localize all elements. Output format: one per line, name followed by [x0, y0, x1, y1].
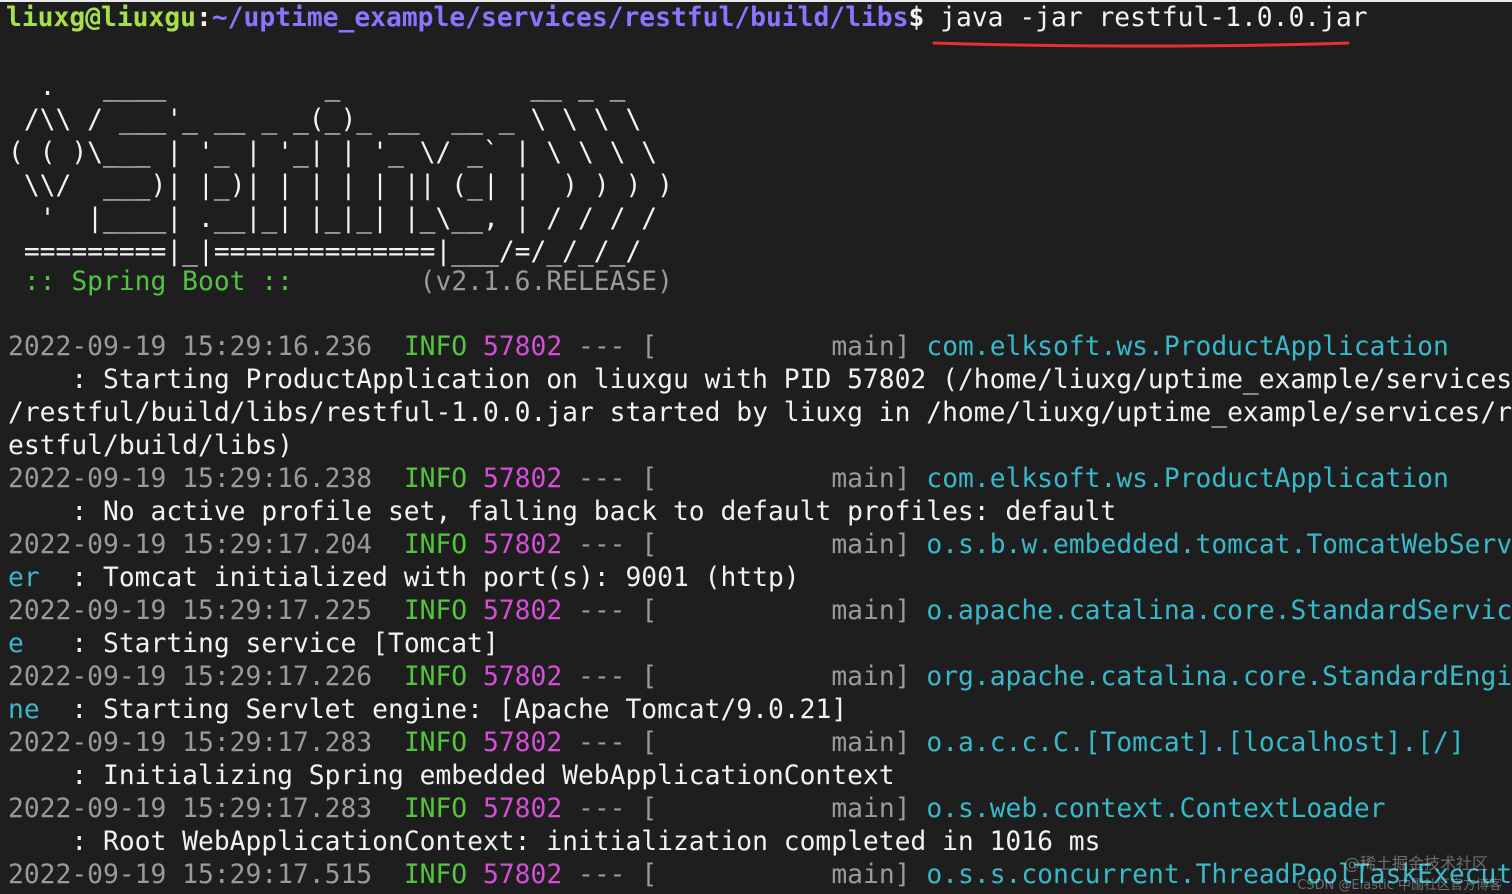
log-pid: 57802	[483, 464, 563, 494]
log-pid: 57802	[483, 596, 563, 626]
banner-row: . ____ _ __ _ _	[8, 72, 626, 102]
log-entry-header: 2022-09-19 15:29:17.226 INFO 57802 --- […	[8, 661, 1512, 694]
log-level: INFO	[403, 332, 468, 362]
log-entry-header: 2022-09-19 15:29:17.283 INFO 57802 --- […	[8, 727, 1465, 760]
log-message-line: e : Starting service [Tomcat]	[8, 628, 499, 661]
log-message: : Starting Servlet engine: [Apache Tomca…	[39, 695, 848, 725]
log-thread: [ main]	[641, 332, 911, 362]
watermark-juejin: @稀土掘金技术社区	[1343, 854, 1488, 873]
log-separator: ---	[578, 794, 626, 824]
log-pid: 57802	[483, 530, 563, 560]
watermark-csdn: CSDN @Elastic 中国社区官方博客	[1297, 878, 1502, 893]
log-timestamp: 2022-09-19 15:29:16.238	[8, 464, 373, 494]
log-thread: [ main]	[641, 530, 911, 560]
shell-prompt-line: liuxg@liuxgu:~/uptime_example/services/r…	[6, 2, 1368, 35]
log-level: INFO	[403, 662, 468, 692]
log-logger: com.elksoft.ws.ProductApplication	[926, 464, 1449, 494]
log-message-line: : Root WebApplicationContext: initializa…	[8, 826, 1100, 859]
log-message-continuation: /restful/build/libs/restful-1.0.0.jar st…	[8, 398, 1512, 428]
log-pid: 57802	[483, 794, 563, 824]
log-thread: [ main]	[641, 794, 911, 824]
log-thread: [ main]	[641, 860, 911, 890]
log-logger: o.apache.catalina.core.StandardServic	[926, 596, 1512, 626]
banner-row: ( ( )\___ | '_ | '_| | '_ \/ _` | \ \ \ …	[8, 138, 658, 168]
log-level: INFO	[403, 794, 468, 824]
command-underline-annotation	[932, 41, 1350, 48]
log-logger: o.s.web.context.ContextLoader	[926, 794, 1386, 824]
log-logger-wrap: e	[8, 629, 24, 659]
banner-row: \\/ ___)| |_)| | | | | || (_| | ) ) ) )	[8, 171, 673, 201]
log-timestamp: 2022-09-19 15:29:17.226	[8, 662, 373, 692]
log-message: : Tomcat initialized with port(s): 9001 …	[39, 563, 800, 593]
log-message: : Initializing Spring embedded WebApplic…	[8, 761, 895, 791]
log-message-continuation: estful/build/libs)	[8, 431, 293, 461]
log-message: : Starting service [Tomcat]	[23, 629, 499, 659]
log-level: INFO	[403, 530, 468, 560]
log-message-line: : Starting ProductApplication on liuxgu …	[8, 364, 1512, 397]
log-timestamp: 2022-09-19 15:29:17.515	[8, 860, 373, 890]
log-separator: ---	[578, 530, 626, 560]
log-pid: 57802	[483, 728, 563, 758]
log-timestamp: 2022-09-19 15:29:17.204	[8, 530, 373, 560]
log-separator: ---	[578, 860, 626, 890]
log-timestamp: 2022-09-19 15:29:17.283	[8, 794, 373, 824]
log-logger: o.s.b.w.embedded.tomcat.TomcatWebServ	[926, 530, 1512, 560]
log-logger-wrap: ne	[8, 695, 40, 725]
log-timestamp: 2022-09-19 15:29:16.236	[8, 332, 373, 362]
log-entry-header: 2022-09-19 15:29:16.238 INFO 57802 --- […	[8, 463, 1449, 496]
log-level: INFO	[403, 860, 468, 890]
log-pid: 57802	[483, 332, 563, 362]
spring-boot-version-line: :: Spring Boot :: (v2.1.6.RELEASE)	[8, 266, 673, 299]
log-thread: [ main]	[641, 728, 911, 758]
log-level: INFO	[403, 596, 468, 626]
log-pid: 57802	[483, 860, 563, 890]
log-entry-header: 2022-09-19 15:29:17.204 INFO 57802 --- […	[8, 529, 1512, 562]
log-separator: ---	[578, 464, 626, 494]
log-level: INFO	[403, 728, 468, 758]
prompt-user-host: liuxg@liuxgu	[6, 3, 196, 33]
log-separator: ---	[578, 728, 626, 758]
log-logger-wrap: er	[8, 563, 40, 593]
log-entry-header: 2022-09-19 15:29:17.515 INFO 57802 --- […	[8, 859, 1512, 892]
log-entry-header: 2022-09-19 15:29:17.225 INFO 57802 --- […	[8, 595, 1512, 628]
prompt-path: ~/uptime_example/services/restful/build/…	[211, 3, 909, 33]
prompt-symbol: $	[908, 3, 925, 33]
log-separator: ---	[578, 596, 626, 626]
banner-row: /\\ / ___'_ __ _ _(_)_ __ __ _ \ \ \ \	[8, 105, 642, 135]
log-message: : No active profile set, falling back to…	[8, 497, 1117, 527]
log-message-line: : Initializing Spring embedded WebApplic…	[8, 760, 895, 793]
terminal-window[interactable]: liuxg@liuxgu:~/uptime_example/services/r…	[0, 0, 1512, 894]
log-timestamp: 2022-09-19 15:29:17.225	[8, 596, 373, 626]
log-logger: com.elksoft.ws.ProductApplication	[926, 332, 1449, 362]
banner-row: ' |____| .__|_| |_|_| |_\__, | / / / /	[8, 204, 658, 234]
log-pid: 57802	[483, 662, 563, 692]
log-message: : Root WebApplicationContext: initializa…	[8, 827, 1101, 857]
log-separator: ---	[578, 332, 626, 362]
spring-boot-label: :: Spring Boot ::	[8, 267, 293, 297]
log-thread: [ main]	[641, 662, 911, 692]
log-thread: [ main]	[641, 464, 911, 494]
log-entry-header: 2022-09-19 15:29:17.283 INFO 57802 --- […	[8, 793, 1386, 826]
prompt-colon: :	[196, 3, 212, 33]
command-text: java -jar restful-1.0.0.jar	[940, 3, 1368, 33]
log-message: : Starting ProductApplication on liuxgu …	[8, 365, 1512, 395]
log-separator: ---	[578, 662, 626, 692]
banner-row: =========|_|==============|___/=/_/_/_/	[8, 237, 642, 267]
log-logger: org.apache.catalina.core.StandardEngi	[926, 662, 1512, 692]
log-message-line: ne : Starting Servlet engine: [Apache To…	[8, 694, 847, 727]
log-timestamp: 2022-09-19 15:29:17.283	[8, 728, 373, 758]
log-level: INFO	[403, 464, 468, 494]
log-thread: [ main]	[641, 596, 911, 626]
log-message-line: er : Tomcat initialized with port(s): 90…	[8, 562, 800, 595]
log-logger: o.a.c.c.C.[Tomcat].[localhost].[/]	[926, 728, 1465, 758]
log-message-line: : No active profile set, falling back to…	[8, 496, 1116, 529]
log-entry-header: 2022-09-19 15:29:16.236 INFO 57802 --- […	[8, 331, 1449, 364]
spring-boot-version: (v2.1.6.RELEASE)	[419, 267, 673, 297]
